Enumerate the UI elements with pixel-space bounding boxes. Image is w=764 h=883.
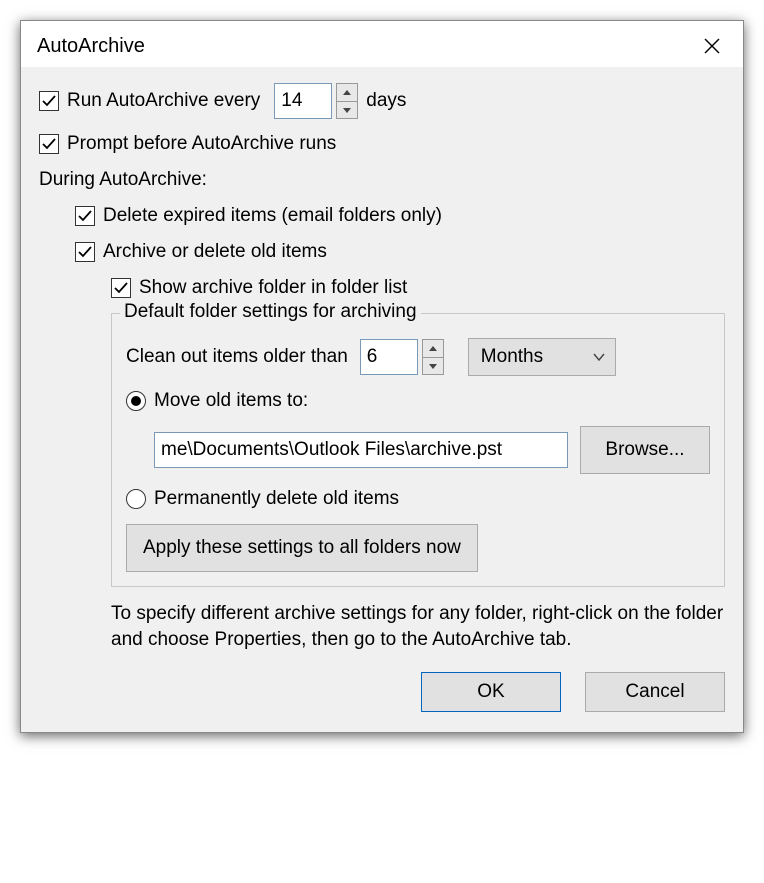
move-radio[interactable] — [126, 391, 146, 411]
move-option-row: Move old items to: — [126, 390, 710, 412]
show-folder-checkbox[interactable] — [111, 278, 131, 298]
spinner-up-button[interactable] — [336, 83, 358, 101]
clean-out-label: Clean out items older than — [126, 346, 348, 368]
show-folder-row: Show archive folder in folder list — [111, 277, 725, 299]
chevron-down-icon — [593, 351, 605, 363]
close-button[interactable] — [697, 31, 727, 61]
prompt-row: Prompt before AutoArchive runs — [39, 133, 725, 155]
clean-out-input[interactable] — [360, 339, 418, 375]
move-label: Move old items to: — [154, 390, 308, 412]
browse-button[interactable]: Browse... — [580, 426, 710, 474]
delete-option-label: Permanently delete old items — [154, 488, 399, 510]
chevron-up-icon — [429, 346, 437, 351]
close-icon — [703, 37, 721, 55]
delete-expired-checkbox[interactable] — [75, 206, 95, 226]
unit-dropdown[interactable]: Months — [468, 338, 616, 376]
run-every-label-left: Run AutoArchive every — [67, 90, 260, 112]
chevron-up-icon — [343, 90, 351, 95]
cancel-button[interactable]: Cancel — [585, 672, 725, 712]
checkmark-icon — [113, 280, 129, 296]
prompt-label: Prompt before AutoArchive runs — [67, 133, 336, 155]
delete-expired-label: Delete expired items (email folders only… — [103, 205, 442, 227]
hint-text: To specify different archive settings fo… — [111, 601, 725, 652]
checkmark-icon — [77, 244, 93, 260]
chevron-down-icon — [429, 364, 437, 369]
checkmark-icon — [41, 136, 57, 152]
fieldset-legend: Default folder settings for archiving — [120, 301, 421, 323]
checkmark-icon — [77, 208, 93, 224]
run-every-label-right: days — [366, 90, 406, 112]
titlebar: AutoArchive — [21, 21, 743, 67]
checkmark-icon — [41, 93, 57, 109]
dialog-footer: OK Cancel — [39, 672, 725, 712]
show-folder-label: Show archive folder in folder list — [139, 277, 407, 299]
archive-old-checkbox[interactable] — [75, 242, 95, 262]
archive-old-label: Archive or delete old items — [103, 241, 327, 263]
dialog-body: Run AutoArchive every days Prompt before… — [21, 67, 743, 732]
delete-expired-row: Delete expired items (email folders only… — [75, 205, 725, 227]
spinner-down-button[interactable] — [336, 101, 358, 119]
default-settings-fieldset: Default folder settings for archiving Cl… — [111, 313, 725, 587]
delete-option-row: Permanently delete old items — [126, 488, 710, 510]
run-every-checkbox[interactable] — [39, 91, 59, 111]
dialog-title: AutoArchive — [37, 35, 145, 58]
run-every-input[interactable] — [274, 83, 332, 119]
during-label: During AutoArchive: — [39, 169, 725, 191]
archive-path-input[interactable] — [154, 432, 568, 468]
delete-radio[interactable] — [126, 489, 146, 509]
prompt-checkbox[interactable] — [39, 134, 59, 154]
clean-out-spinner — [422, 339, 444, 375]
unit-selected: Months — [481, 346, 543, 368]
move-path-row: Browse... — [154, 426, 710, 474]
spinner-down-button[interactable] — [422, 357, 444, 375]
run-every-row: Run AutoArchive every days — [39, 83, 725, 119]
clean-out-row: Clean out items older than Months — [126, 338, 710, 376]
ok-button[interactable]: OK — [421, 672, 561, 712]
chevron-down-icon — [343, 108, 351, 113]
archive-old-row: Archive or delete old items — [75, 241, 725, 263]
autoarchive-dialog: AutoArchive Run AutoArchive every days — [20, 20, 744, 733]
run-every-spinner — [336, 83, 358, 119]
spinner-up-button[interactable] — [422, 339, 444, 357]
apply-all-button[interactable]: Apply these settings to all folders now — [126, 524, 478, 572]
